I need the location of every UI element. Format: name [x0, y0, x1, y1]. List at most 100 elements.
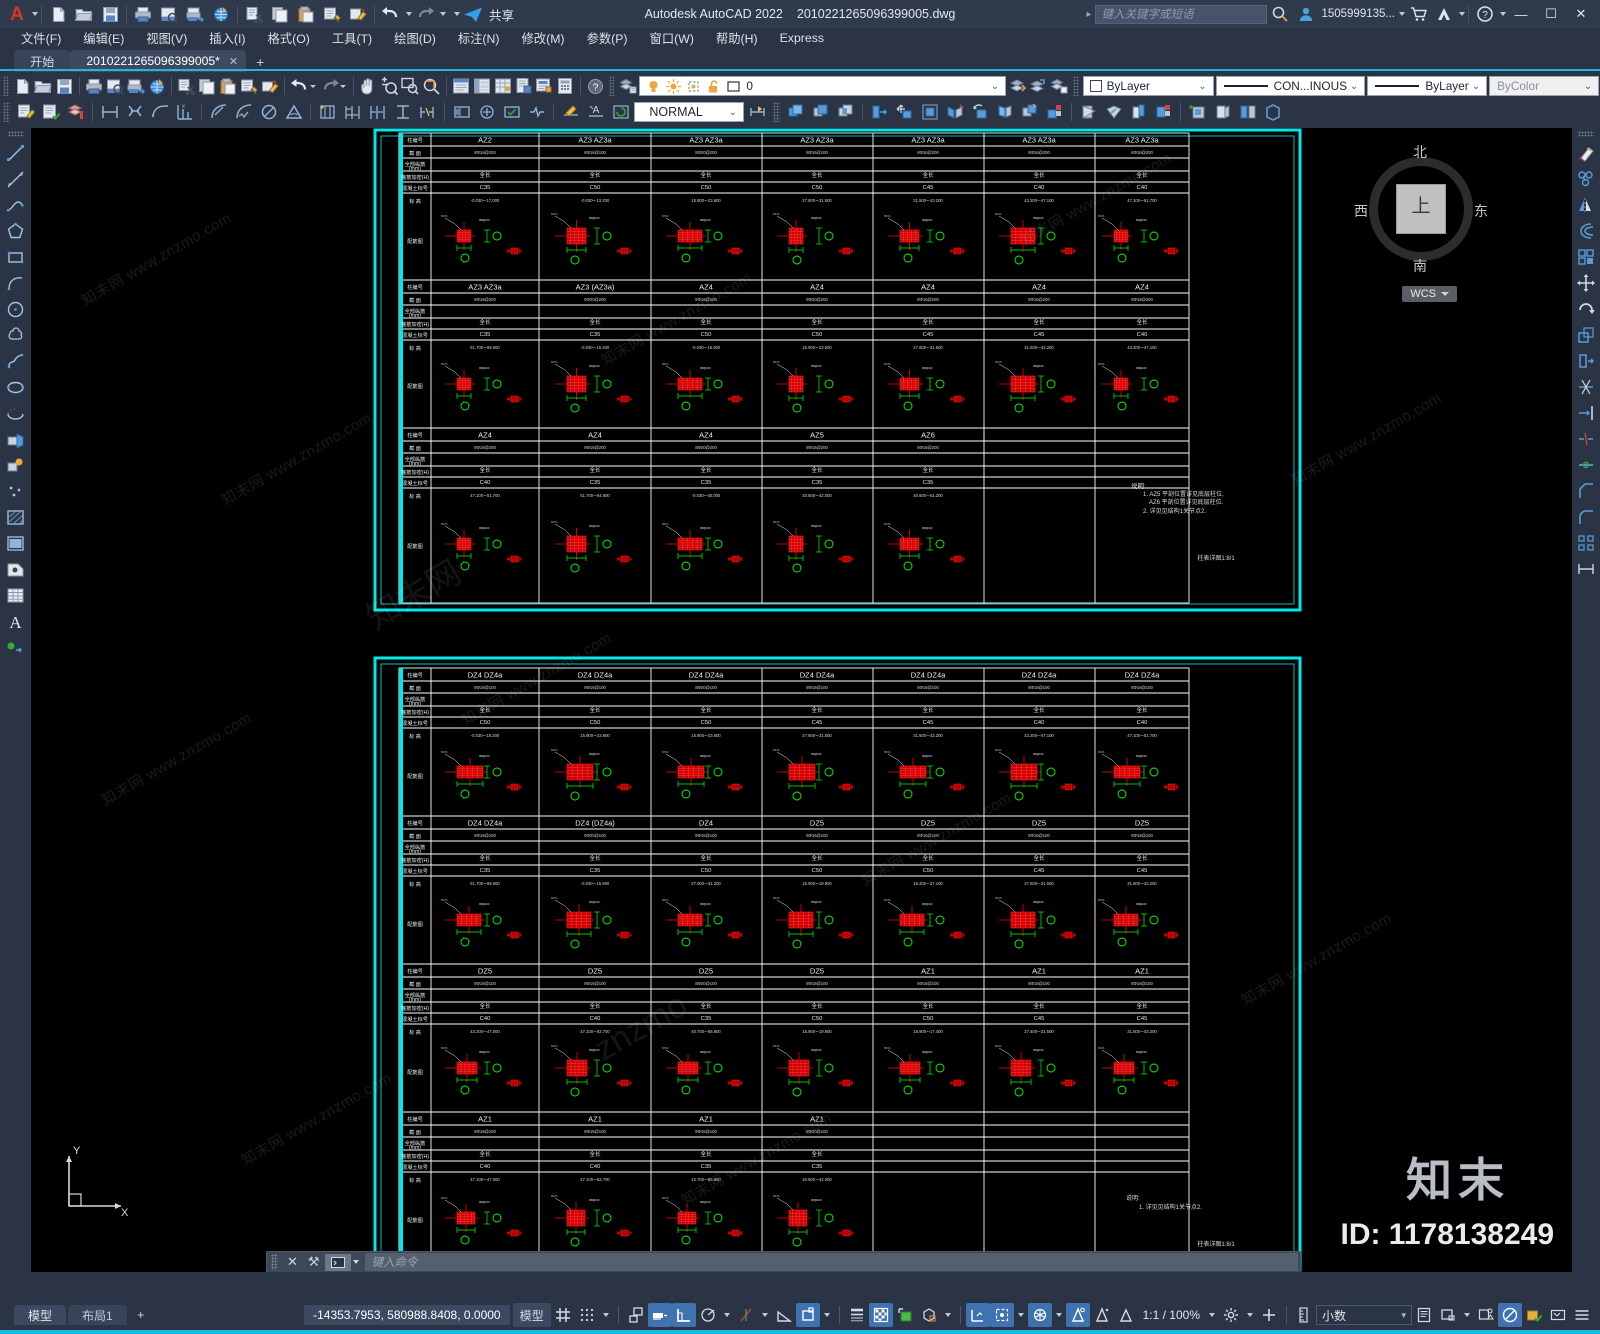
properties-palette-button[interactable]	[450, 74, 471, 98]
lock-caret-icon[interactable]	[1464, 1313, 1470, 1317]
baseline-dimension-button[interactable]	[340, 100, 365, 124]
explode-tool-button[interactable]	[1573, 530, 1599, 556]
extrude-button[interactable]	[867, 100, 892, 124]
drawing-canvas[interactable]: 柱编号截 面 全部纵筋 (mm) 箍筋加密(H) 混凝土标号 标 高 柱编号截 面 …	[31, 128, 1572, 1272]
model-space-button[interactable]: 模型	[512, 1303, 551, 1327]
open-file-button[interactable]	[33, 74, 54, 98]
chevron-down-icon[interactable]: ▾	[1401, 1310, 1406, 1321]
match-properties-icon[interactable]	[319, 2, 345, 26]
tolerance-button[interactable]	[449, 100, 474, 124]
gradient-button[interactable]	[3, 530, 29, 556]
chevron-down-icon[interactable]: ⌄	[1347, 81, 1361, 92]
union-button[interactable]	[783, 100, 808, 124]
infer-constraints-button[interactable]	[624, 1303, 648, 1327]
units-combo[interactable]: 小数 ▾	[1316, 1305, 1412, 1325]
clean-screen-button[interactable]	[1522, 1303, 1546, 1327]
annotation-visibility-button[interactable]	[795, 1303, 820, 1327]
command-history-icon[interactable]	[324, 1253, 351, 1271]
center-mark-button[interactable]	[474, 100, 499, 124]
lineweight-button[interactable]	[845, 1303, 869, 1327]
spline-button[interactable]	[3, 348, 29, 374]
render-icon[interactable]	[208, 2, 234, 26]
revision-cloud-button[interactable]	[3, 322, 29, 348]
layer-properties-button[interactable]	[617, 74, 638, 98]
share-icon[interactable]	[460, 2, 486, 26]
menu-dimension[interactable]: 标注(N)	[447, 27, 511, 49]
menu-file[interactable]: 文件(F)	[10, 27, 72, 49]
region-button[interactable]	[3, 556, 29, 582]
layer-previous-button[interactable]	[1007, 74, 1028, 98]
polygon-button[interactable]	[3, 218, 29, 244]
undo-icon[interactable]	[378, 2, 404, 26]
extend-tool-button[interactable]	[1573, 400, 1599, 426]
tool-palettes-button[interactable]	[492, 74, 513, 98]
menu-help[interactable]: 帮助(H)	[705, 27, 769, 49]
markup-set-manager-button[interactable]	[534, 74, 555, 98]
rectangle-button[interactable]	[3, 244, 29, 270]
print-icon[interactable]	[130, 2, 156, 26]
print-preview-button[interactable]	[104, 74, 125, 98]
command-line[interactable]: ✕ ⚒ 键入命令	[266, 1251, 1301, 1273]
toolbar-grip[interactable]	[3, 76, 9, 96]
gizmo-caret-icon[interactable]	[1055, 1313, 1062, 1317]
chevron-down-icon[interactable]	[352, 1260, 359, 1264]
erase-button[interactable]	[260, 74, 281, 98]
insert-block-button[interactable]	[3, 426, 29, 452]
chevron-down-icon[interactable]: ⌄	[1195, 81, 1209, 92]
dimension-text-edit-button[interactable]: A	[583, 100, 608, 124]
jogged-dimension-button[interactable]	[231, 100, 256, 124]
workspace-caret-icon[interactable]	[1247, 1313, 1253, 1317]
linear-dimension-button[interactable]	[97, 100, 122, 124]
properties-toolbar-grip[interactable]	[1072, 76, 1079, 96]
annotation-caret-icon[interactable]	[823, 1313, 830, 1317]
dynamic-input-button[interactable]	[647, 1303, 672, 1327]
isolate-objects-button[interactable]	[1474, 1303, 1498, 1327]
array-tool-button[interactable]	[1573, 244, 1599, 270]
copy-button[interactable]	[197, 74, 218, 98]
layer-toolbar-grip[interactable]	[608, 76, 615, 96]
close-icon[interactable]: ✕	[229, 55, 238, 68]
view-cube-north-label[interactable]: 北	[1413, 142, 1427, 162]
annotation-monitor-button[interactable]	[1114, 1303, 1138, 1327]
minimize-button[interactable]: —	[1506, 0, 1536, 28]
save-button[interactable]	[54, 74, 75, 98]
user-account-icon[interactable]	[1293, 2, 1319, 26]
point-button[interactable]	[3, 478, 29, 504]
toolbar-grip[interactable]	[1578, 131, 1594, 137]
osnap-track-caret-icon[interactable]	[761, 1313, 768, 1317]
close-button[interactable]: ✕	[1566, 0, 1596, 28]
plot-button[interactable]	[125, 74, 146, 98]
paste-icon[interactable]	[293, 2, 319, 26]
annotation-scale-button[interactable]	[1065, 1303, 1090, 1327]
menu-window[interactable]: 窗口(W)	[639, 27, 705, 49]
menu-edit[interactable]: 编辑(E)	[72, 27, 135, 49]
arc-length-dimension-button[interactable]	[147, 100, 172, 124]
shell-button[interactable]	[1260, 100, 1285, 124]
units-icon[interactable]	[1292, 1303, 1316, 1327]
dimension-style-combo[interactable]: NORMAL ⌄	[634, 102, 744, 122]
layer-make-current-button[interactable]	[1028, 74, 1049, 98]
autodesk-app-icon[interactable]	[1431, 2, 1457, 26]
expand-caret-icon[interactable]: ▸	[1086, 9, 1091, 20]
transparency-button[interactable]	[868, 1303, 893, 1327]
data-extraction-button[interactable]	[63, 100, 88, 124]
redo-icon[interactable]	[412, 2, 438, 26]
sheet-set-manager-button[interactable]	[513, 74, 534, 98]
print-button[interactable]	[83, 74, 104, 98]
dimension-edit-button[interactable]	[558, 100, 583, 124]
chevron-down-icon[interactable]: ⌄	[1469, 81, 1483, 92]
lock-ui-button[interactable]	[1436, 1303, 1460, 1327]
chamfer-tool-button[interactable]	[1573, 478, 1599, 504]
undo-dropdown-caret-icon[interactable]	[310, 84, 317, 88]
fullscreen-button[interactable]	[1546, 1303, 1570, 1327]
maximize-button[interactable]: ☐	[1536, 0, 1566, 28]
plotstyle-control-combo[interactable]: ByColor ⌄	[1489, 76, 1600, 96]
layer-control-combo[interactable]: 0 ⌄	[639, 76, 1007, 96]
undo-button[interactable]	[289, 74, 310, 98]
snap-settings-caret-icon[interactable]	[602, 1313, 609, 1317]
paste-button[interactable]	[218, 74, 239, 98]
grid-display-button[interactable]	[551, 1303, 575, 1327]
inspect-dimension-button[interactable]	[499, 100, 524, 124]
new-file-icon[interactable]	[45, 2, 71, 26]
cut-button[interactable]	[176, 74, 197, 98]
